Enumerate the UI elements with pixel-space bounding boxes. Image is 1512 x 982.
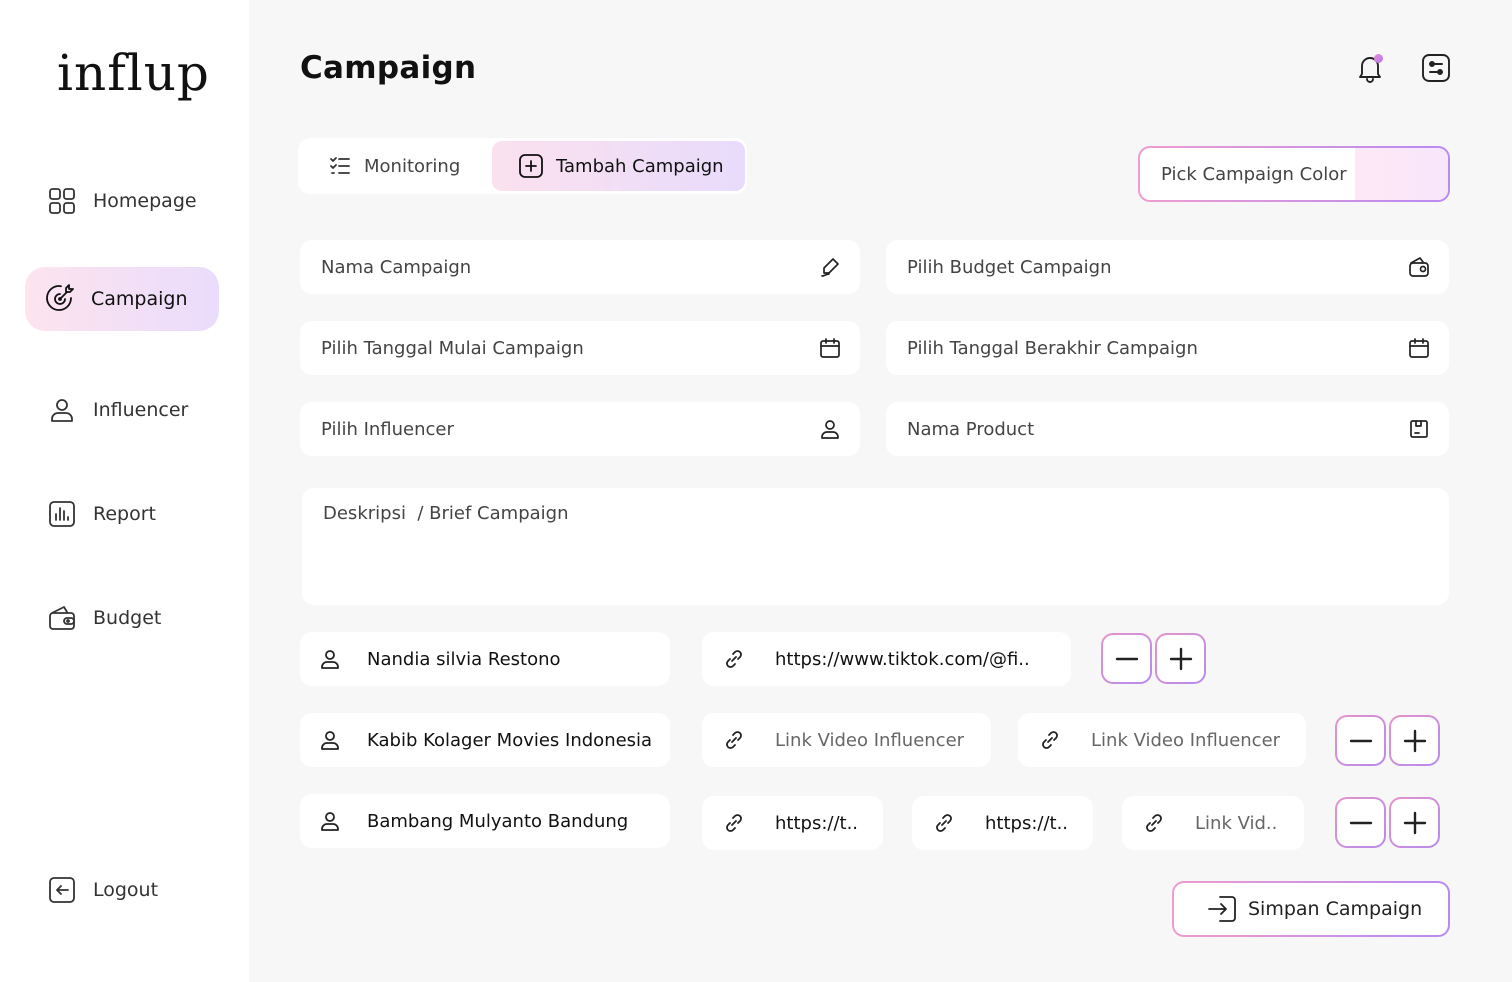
link-icon <box>929 812 959 834</box>
field-placeholder: Pilih Tanggal Mulai Campaign <box>321 337 584 359</box>
video-link-placeholder: Link Video Influencer <box>775 729 965 751</box>
simpan-campaign-button[interactable]: Simpan Campaign <box>1172 881 1450 937</box>
sidebar-item-report[interactable]: Report <box>25 482 219 546</box>
field-placeholder: Nama Campaign <box>321 256 472 278</box>
video-link-field[interactable]: https://t.. <box>702 796 883 850</box>
box-icon <box>1410 420 1428 438</box>
plus-square-icon <box>519 154 543 178</box>
field-placeholder: Deskripsi / Brief Campaign <box>323 503 569 524</box>
user-icon <box>315 728 345 752</box>
minus-icon <box>1115 657 1138 660</box>
video-link-placeholder: Link Video Influencer <box>1091 729 1281 751</box>
sidebar-item-label: Homepage <box>93 190 197 212</box>
save-button-label: Simpan Campaign <box>1248 898 1423 920</box>
influencer-name-field[interactable]: Kabib Kolager Movies Indonesia <box>300 713 670 767</box>
plus-icon <box>1169 647 1192 670</box>
settings-button[interactable] <box>1420 52 1452 84</box>
sidebar-item-influencer[interactable]: Influencer <box>25 378 219 442</box>
logout-icon <box>47 875 77 905</box>
tab-bar: Monitoring Tambah Campaign <box>298 138 747 194</box>
field-placeholder: Pilih Budget Campaign <box>907 256 1112 278</box>
sidebar-item-campaign[interactable]: Campaign <box>25 267 219 331</box>
user-icon <box>47 395 77 425</box>
plus-icon <box>1403 811 1426 834</box>
influencer-name: Kabib Kolager Movies Indonesia <box>367 729 653 751</box>
influencer-name: Nandia silvia Restono <box>367 648 561 670</box>
budget-field[interactable]: Pilih Budget Campaign <box>886 240 1449 294</box>
link-icon <box>719 648 749 670</box>
nama-campaign-field[interactable]: Nama Campaign <box>300 240 860 294</box>
pilih-influencer-field[interactable]: Pilih Influencer <box>300 402 860 456</box>
field-placeholder: Nama Product <box>907 418 1035 440</box>
influencer-name: Bambang Mulyanto Bandung <box>367 810 629 832</box>
add-link-button[interactable] <box>1389 715 1440 766</box>
video-link-placeholder: Link Vid.. <box>1195 812 1278 834</box>
link-icon <box>1035 729 1065 751</box>
add-link-button[interactable] <box>1155 633 1206 684</box>
nama-product-field[interactable]: Nama Product <box>886 402 1449 456</box>
video-link-value: https://t.. <box>985 812 1069 834</box>
settings-icon <box>1422 54 1450 82</box>
influencer-name-field[interactable]: Nandia silvia Restono <box>300 632 670 686</box>
app-logo: influp <box>57 44 210 102</box>
sidebar: influp Homepage Campaign Influencer Repo… <box>0 0 249 982</box>
tanggal-mulai-field[interactable]: Pilih Tanggal Mulai Campaign <box>300 321 860 375</box>
logout-button[interactable]: Logout <box>25 858 219 922</box>
deskripsi-textarea[interactable]: Deskripsi / Brief Campaign <box>302 488 1449 605</box>
color-swatch[interactable] <box>1355 148 1448 200</box>
sidebar-item-homepage[interactable]: Homepage <box>25 169 219 233</box>
grid-icon <box>47 186 77 216</box>
remove-link-button[interactable] <box>1101 633 1152 684</box>
sidebar-item-label: Budget <box>93 607 162 629</box>
minus-icon <box>1349 821 1372 824</box>
influencer-name-field[interactable]: Bambang Mulyanto Bandung <box>300 794 670 848</box>
target-icon <box>45 284 75 314</box>
add-link-button[interactable] <box>1389 797 1440 848</box>
logout-label: Logout <box>93 879 159 901</box>
remove-link-button[interactable] <box>1335 715 1386 766</box>
user-icon <box>315 809 345 833</box>
video-link-value: https://www.tiktok.com/@fi.. <box>775 648 1030 670</box>
sidebar-item-budget[interactable]: Budget <box>25 586 219 650</box>
sidebar-item-label: Influencer <box>93 399 189 421</box>
video-link-field[interactable]: Link Video Influencer <box>1018 713 1306 767</box>
sidebar-item-label: Campaign <box>91 288 188 310</box>
video-link-field[interactable]: https://t.. <box>912 796 1093 850</box>
page-title: Campaign <box>300 50 477 86</box>
field-placeholder: Pilih Influencer <box>321 418 454 440</box>
color-picker-label: Pick Campaign Color <box>1161 163 1347 185</box>
calendar-icon <box>1409 338 1429 358</box>
field-placeholder: Pilih Tanggal Berakhir Campaign <box>907 337 1198 359</box>
link-icon <box>719 812 749 834</box>
link-icon <box>719 729 749 751</box>
wallet-icon <box>47 603 77 633</box>
calendar-icon <box>820 338 840 358</box>
notification-button[interactable] <box>1354 52 1386 84</box>
video-link-field[interactable]: Link Video Influencer <box>702 713 991 767</box>
tab-monitoring[interactable]: Monitoring <box>328 141 460 191</box>
wallet-icon <box>1409 257 1429 277</box>
user-icon <box>315 647 345 671</box>
plus-icon <box>1403 729 1426 752</box>
tab-label: Monitoring <box>364 155 461 177</box>
tab-label: Tambah Campaign <box>556 155 724 177</box>
video-link-field[interactable]: https://www.tiktok.com/@fi.. <box>702 632 1071 686</box>
user-icon <box>821 420 839 439</box>
pen-icon <box>821 258 839 277</box>
link-icon <box>1139 812 1169 834</box>
video-link-field[interactable]: Link Vid.. <box>1122 796 1304 850</box>
remove-link-button[interactable] <box>1335 797 1386 848</box>
minus-icon <box>1349 739 1372 742</box>
sidebar-item-label: Report <box>93 503 156 525</box>
checklist-icon <box>330 157 350 174</box>
chart-icon <box>47 499 77 529</box>
tanggal-berakhir-field[interactable]: Pilih Tanggal Berakhir Campaign <box>886 321 1449 375</box>
tab-tambah-campaign[interactable]: Tambah Campaign <box>492 141 745 191</box>
notification-dot <box>1374 54 1383 63</box>
campaign-color-picker[interactable]: Pick Campaign Color <box>1138 146 1450 202</box>
login-arrow-icon <box>1208 896 1236 922</box>
video-link-value: https://t.. <box>775 812 859 834</box>
